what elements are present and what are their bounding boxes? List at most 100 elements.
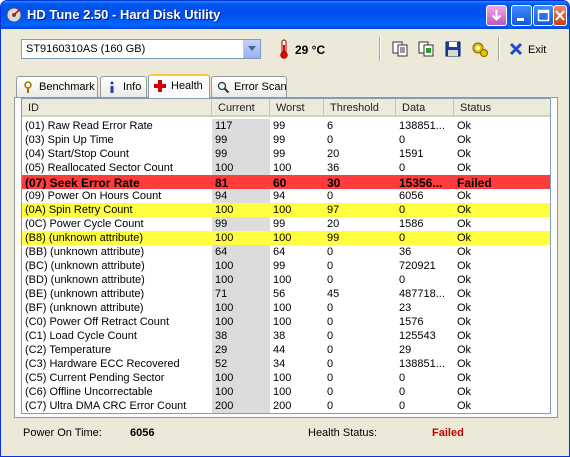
- table-row[interactable]: (05) Reallocated Sector Count 100 100 36 0 Ok: [22, 161, 550, 175]
- column-header-threshold[interactable]: Threshold: [324, 99, 396, 117]
- tab-health[interactable]: Health: [148, 74, 210, 98]
- cell-data: 23: [399, 302, 412, 314]
- tab-error-scan[interactable]: Error Scan: [211, 76, 287, 97]
- cell-id: (04) Start/Stop Count: [22, 147, 212, 161]
- table-row[interactable]: (01) Raw Read Error Rate 117 99 6 138851... O…: [22, 119, 550, 133]
- cell-current: 99: [212, 217, 270, 231]
- power-on-value: 6056: [130, 427, 155, 439]
- cell-id: (C6) Offline Uncorrectable: [22, 385, 212, 399]
- cell-threshold: 0: [327, 386, 334, 398]
- table-row[interactable]: (BE) (unknown attribute) 71 56 45 487718... O…: [22, 287, 550, 301]
- cell-threshold: 0: [327, 330, 334, 342]
- cell-worst: 100: [273, 232, 292, 244]
- table-row[interactable]: (C5) Current Pending Sector 100 100 0 0 Ok: [22, 371, 550, 385]
- cell-status: Ok: [457, 148, 472, 160]
- cell-threshold: 0: [327, 302, 334, 314]
- exit-label[interactable]: Exit: [528, 44, 546, 56]
- cell-status: Ok: [457, 232, 472, 244]
- cell-threshold: 20: [327, 218, 340, 230]
- table-row[interactable]: (C6) Offline Uncorrectable 100 100 0 0 Ok: [22, 385, 550, 399]
- table-row[interactable]: (03) Spin Up Time 99 99 0 0 Ok: [22, 133, 550, 147]
- table-row[interactable]: (BD) (unknown attribute) 100 100 0 0 Ok: [22, 273, 550, 287]
- cell-current: 100: [212, 259, 270, 273]
- table-row[interactable]: (C2) Temperature 29 44 0 29 Ok: [22, 343, 550, 357]
- table-row[interactable]: (C0) Power Off Retract Count 100 100 0 1576 O…: [22, 315, 550, 329]
- tab-label: Info: [123, 81, 142, 93]
- cell-status: Ok: [457, 274, 472, 286]
- column-header-current[interactable]: Current: [212, 99, 270, 117]
- smart-attributes-table[interactable]: ID Current Worst Threshold Data Status (…: [21, 98, 551, 414]
- cell-threshold: 0: [327, 372, 334, 384]
- column-header-id[interactable]: ID: [22, 99, 212, 117]
- table-row[interactable]: (07) Seek Error Rate 81 60 30 15356... Failed: [22, 175, 550, 189]
- cell-id: (C2) Temperature: [22, 343, 212, 357]
- cell-data: 1586: [399, 218, 424, 230]
- cell-current: 100: [212, 315, 270, 329]
- cell-threshold: 0: [327, 134, 334, 146]
- cell-data: 0: [399, 386, 406, 398]
- cell-threshold: 0: [327, 260, 334, 272]
- cell-id: (C0) Power Off Retract Count: [22, 315, 212, 329]
- chevron-down-icon[interactable]: [243, 40, 260, 58]
- cell-id: (03) Spin Up Time: [22, 133, 212, 147]
- table-row[interactable]: (BC) (unknown attribute) 100 99 0 720921 Ok: [22, 259, 550, 273]
- cell-status: Ok: [457, 358, 472, 370]
- table-row[interactable]: (09) Power On Hours Count 94 94 0 6056 Ok: [22, 189, 550, 203]
- drive-select-value: ST9160310AS (160 GB): [26, 43, 146, 55]
- cell-current: 99: [212, 147, 270, 161]
- toolbar-separator: [498, 37, 500, 61]
- cell-data: 1591: [399, 148, 424, 160]
- maximize-icon: [537, 9, 550, 22]
- cell-worst: 99: [273, 120, 286, 132]
- cell-worst: 99: [273, 148, 286, 160]
- table-row[interactable]: (04) Start/Stop Count 99 99 20 1591 Ok: [22, 147, 550, 161]
- save-icon[interactable]: [444, 40, 462, 58]
- cell-current: 117: [212, 119, 270, 133]
- cell-id: (BE) (unknown attribute): [22, 287, 212, 301]
- table-row[interactable]: (B8) (unknown attribute) 100 100 99 0 Ok: [22, 231, 550, 245]
- exit-button[interactable]: [509, 42, 523, 59]
- cell-status: Ok: [457, 344, 472, 356]
- column-header-status[interactable]: Status: [454, 99, 550, 117]
- tab-label: Error Scan: [234, 81, 287, 93]
- cell-data: 125543: [399, 330, 436, 342]
- table-row[interactable]: (BB) (unknown attribute) 64 64 0 36 Ok: [22, 245, 550, 259]
- cell-status: Ok: [457, 386, 472, 398]
- info-icon: [110, 81, 114, 93]
- cell-threshold: 0: [327, 246, 334, 258]
- tab-info[interactable]: Info: [100, 76, 147, 97]
- minimize-button[interactable]: [511, 5, 532, 26]
- copy-text-icon[interactable]: [417, 40, 435, 58]
- thermometer-icon: [280, 39, 288, 59]
- drive-select[interactable]: ST9160310AS (160 GB): [21, 39, 261, 59]
- cell-worst: 100: [273, 162, 292, 174]
- maximize-button[interactable]: [533, 5, 554, 26]
- table-row[interactable]: (BF) (unknown attribute) 100 100 0 23 Ok: [22, 301, 550, 315]
- table-row[interactable]: (0A) Spin Retry Count 100 100 97 0 Ok: [22, 203, 550, 217]
- cell-worst: 34: [273, 358, 286, 370]
- benchmark-icon: [24, 81, 32, 93]
- cell-status: Ok: [457, 162, 472, 174]
- cell-data: 1576: [399, 316, 424, 328]
- cell-current: 81: [215, 176, 229, 189]
- health-status-label: Health Status:: [308, 427, 378, 439]
- title-bar[interactable]: HD Tune 2.50 - Hard Disk Utility: [1, 1, 569, 29]
- health-status-value: Failed: [432, 427, 464, 439]
- column-header-worst[interactable]: Worst: [270, 99, 324, 117]
- cell-id: (C3) Hardware ECC Recovered: [22, 357, 212, 371]
- tab-label: Benchmark: [39, 81, 95, 93]
- cell-status: Ok: [457, 316, 472, 328]
- table-row[interactable]: (C1) Load Cycle Count 38 38 0 125543 Ok: [22, 329, 550, 343]
- cell-id: (01) Raw Read Error Rate: [22, 119, 212, 133]
- options-icon[interactable]: [471, 40, 489, 58]
- cell-data: 15356...: [399, 176, 443, 189]
- column-header-data[interactable]: Data: [396, 99, 454, 117]
- table-row[interactable]: (C7) Ultra DMA CRC Error Count 200 200 0 0 Ok: [22, 399, 550, 413]
- download-button[interactable]: [486, 5, 507, 26]
- cell-id: (C7) Ultra DMA CRC Error Count: [22, 399, 212, 413]
- table-row[interactable]: (C3) Hardware ECC Recovered 52 34 0 138851..…: [22, 357, 550, 371]
- tab-benchmark[interactable]: Benchmark: [16, 76, 98, 97]
- table-row[interactable]: (0C) Power Cycle Count 99 99 20 1586 Ok: [22, 217, 550, 231]
- copy-icon[interactable]: [391, 40, 409, 58]
- close-button[interactable]: [553, 5, 567, 26]
